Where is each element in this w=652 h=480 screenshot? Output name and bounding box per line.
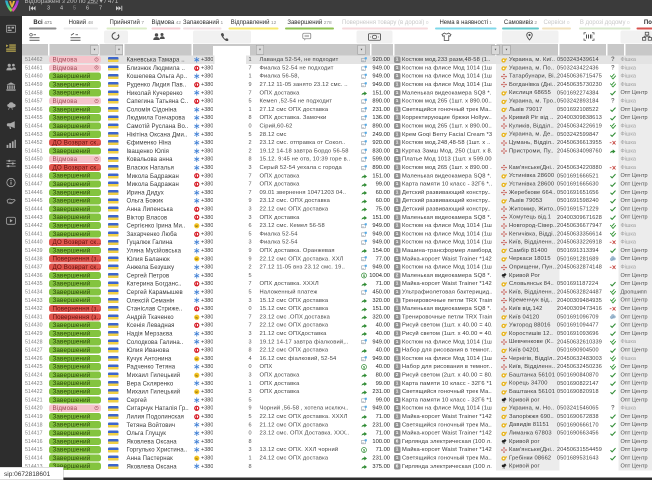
svg-text:lc: lc xyxy=(195,390,198,394)
svg-text:lc: lc xyxy=(195,456,198,460)
svg-text:lc: lc xyxy=(195,373,198,377)
svg-text:lc: lc xyxy=(195,257,198,261)
svg-text:lc: lc xyxy=(195,224,198,228)
svg-text:lc: lc xyxy=(195,315,198,319)
svg-text:lc: lc xyxy=(195,357,198,361)
